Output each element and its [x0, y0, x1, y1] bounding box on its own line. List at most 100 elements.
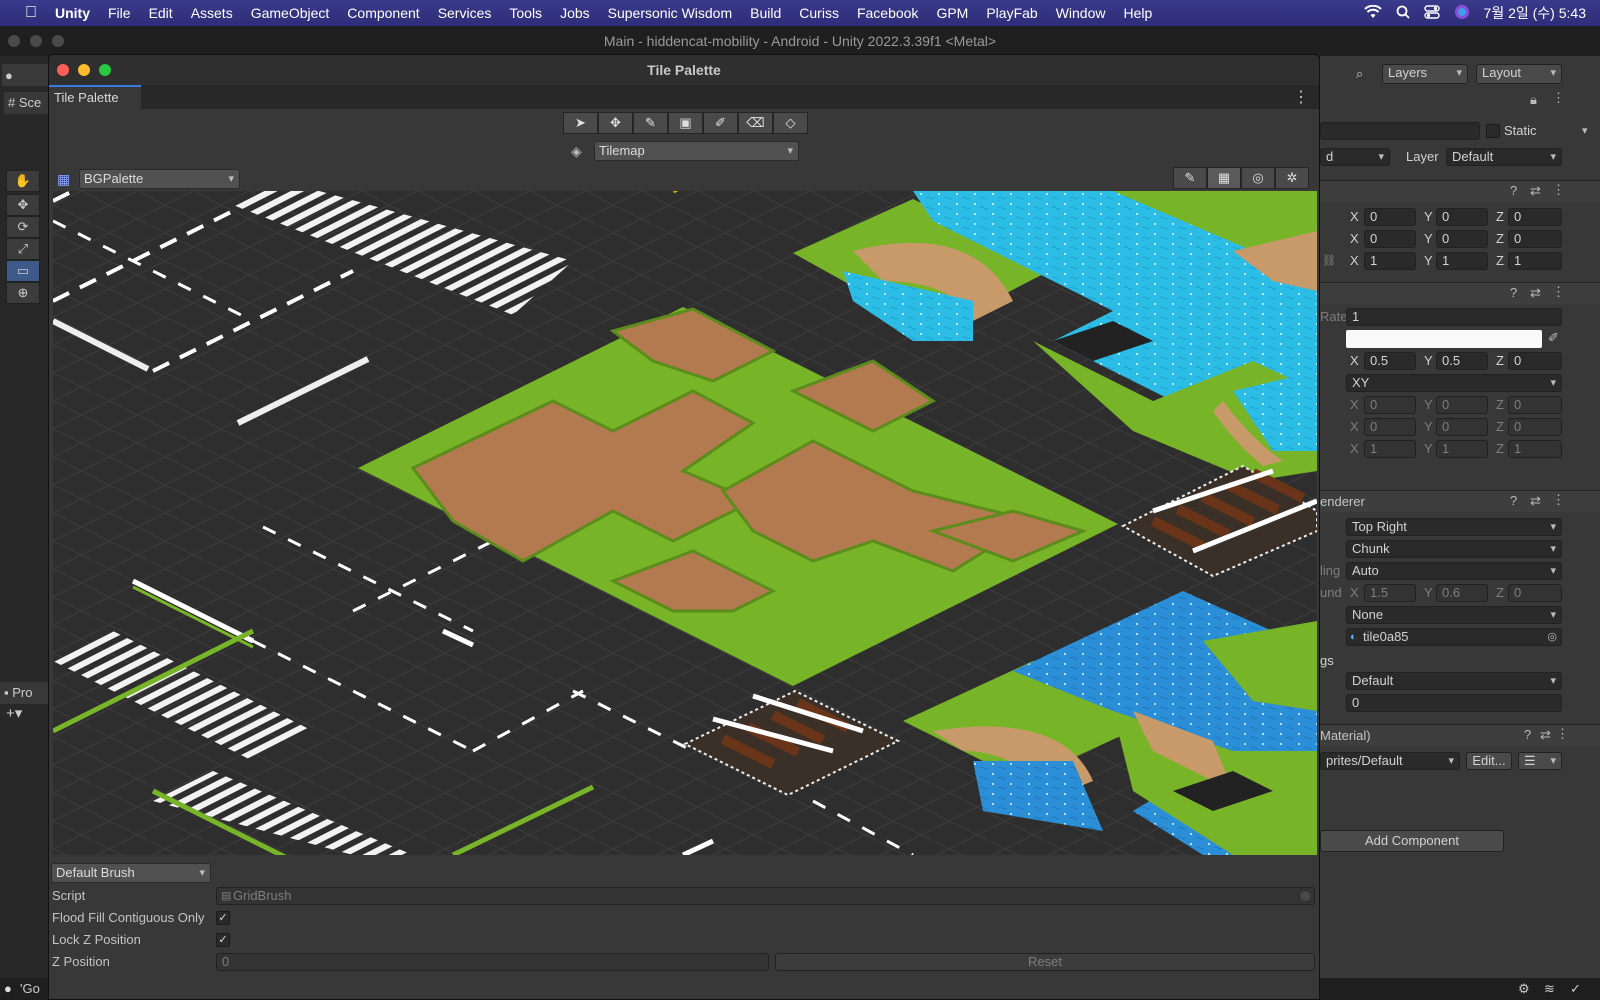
render-mode-dropdown[interactable]: Chunk	[1346, 540, 1562, 558]
order-in-layer-field[interactable]: 0	[1346, 694, 1562, 712]
tag-dropdown[interactable]: d	[1320, 148, 1390, 166]
layer-dropdown[interactable]: Default	[1446, 148, 1562, 166]
rotation-y-field[interactable]: 0	[1436, 230, 1488, 248]
sorting-layer-dropdown[interactable]: Default	[1346, 672, 1562, 690]
check-icon[interactable]: ✓	[1570, 981, 1581, 997]
menu-playfab[interactable]: PlayFab	[977, 5, 1046, 21]
help-icon[interactable]: ?	[1510, 493, 1517, 508]
animation-rate-field[interactable]: 1	[1346, 308, 1562, 326]
kebab-icon[interactable]: ⋮	[1552, 182, 1565, 198]
project-tab[interactable]: ▪ Pro	[0, 682, 48, 704]
detect-chunk-culling-dropdown[interactable]: Auto	[1346, 562, 1562, 580]
zoom-button[interactable]	[99, 64, 111, 76]
palette-settings-button[interactable]: ✲	[1275, 167, 1309, 189]
position-z-field[interactable]: 0	[1508, 208, 1562, 226]
main-close-button[interactable]	[8, 35, 20, 47]
menu-tools[interactable]: Tools	[500, 5, 551, 21]
cache-icon[interactable]: ⚙	[1518, 981, 1530, 997]
stack-icon[interactable]: ≋	[1544, 981, 1555, 997]
help-icon[interactable]: ?	[1510, 285, 1517, 300]
menu-gpm[interactable]: GPM	[927, 5, 977, 21]
constrain-proportions-icon[interactable]: ⛓	[1322, 254, 1336, 267]
shader-dropdown[interactable]: prites/Default	[1320, 752, 1460, 770]
main-zoom-button[interactable]	[52, 35, 64, 47]
tab-tile-palette[interactable]: Tile Palette	[49, 85, 141, 109]
position-x-field[interactable]: 0	[1364, 208, 1416, 226]
menu-services[interactable]: Services	[429, 5, 501, 21]
search-icon[interactable]	[1396, 5, 1410, 22]
lock-z-checkbox[interactable]: ✓	[216, 933, 230, 947]
color-field[interactable]	[1346, 330, 1542, 348]
scale-tool-button[interactable]: ⤢	[6, 238, 40, 260]
shader-options-button[interactable]: ☰	[1518, 752, 1562, 770]
scale-z-field[interactable]: 1	[1508, 252, 1562, 270]
paint-tool-button[interactable]: ✎	[633, 112, 668, 134]
rotate-tool-button[interactable]: ⟳	[6, 216, 40, 238]
anchor-y-field[interactable]: 0.5	[1436, 352, 1488, 370]
gizmo-toggle-button[interactable]: ◎	[1241, 167, 1275, 189]
grid-toggle-button[interactable]: ▦	[1207, 167, 1241, 189]
fill-tool-button[interactable]: ◇	[773, 112, 808, 134]
sort-order-dropdown[interactable]: Top Right	[1346, 518, 1562, 536]
brush-dropdown[interactable]: Default Brush	[51, 863, 211, 883]
erase-tool-button[interactable]: ⌫	[738, 112, 773, 134]
menu-help[interactable]: Help	[1114, 5, 1161, 21]
sprite-field[interactable]: ◐ tile0a85 ◎	[1346, 628, 1562, 646]
status-message[interactable]: 'Go	[20, 981, 40, 996]
menu-assets[interactable]: Assets	[182, 5, 242, 21]
move-tool-button[interactable]: ✥	[598, 112, 633, 134]
select-tool-button[interactable]: ➤	[563, 112, 598, 134]
edit-shader-button[interactable]: Edit...	[1466, 752, 1512, 770]
menu-component[interactable]: Component	[338, 5, 428, 21]
search-icon[interactable]: ⌕	[1356, 66, 1363, 82]
object-picker-icon[interactable]: ◎	[1547, 629, 1557, 645]
add-component-button[interactable]: Add Component	[1320, 830, 1504, 852]
main-minimize-button[interactable]	[30, 35, 42, 47]
preset-icon[interactable]: ⇄	[1540, 727, 1551, 743]
menu-jobs[interactable]: Jobs	[551, 5, 599, 21]
siri-icon[interactable]	[1454, 4, 1470, 23]
lock-icon[interactable]: 🔒︎	[1530, 92, 1537, 108]
help-icon[interactable]: ?	[1510, 183, 1517, 198]
mask-interaction-dropdown[interactable]: None	[1346, 606, 1562, 624]
orientation-dropdown[interactable]: XY	[1346, 374, 1562, 392]
control-center-icon[interactable]	[1423, 4, 1440, 22]
rotation-z-field[interactable]: 0	[1508, 230, 1562, 248]
edit-palette-button[interactable]: ✎	[1173, 167, 1207, 189]
menu-file[interactable]: File	[99, 5, 140, 21]
static-dropdown-arrow-icon[interactable]: ▾	[1582, 124, 1588, 137]
kebab-icon[interactable]: ⋮	[1556, 726, 1569, 742]
preset-icon[interactable]: ⇄	[1530, 183, 1541, 199]
anchor-x-field[interactable]: 0.5	[1364, 352, 1416, 370]
flood-fill-checkbox[interactable]: ✓	[216, 911, 230, 925]
transform-tool-button[interactable]: ⊕	[6, 282, 40, 304]
picker-tool-button[interactable]: ✐	[703, 112, 738, 134]
menu-curiss[interactable]: Curiss	[790, 5, 848, 21]
rect-tool-button[interactable]: ▭	[6, 260, 40, 282]
kebab-icon[interactable]: ⋮	[1552, 284, 1565, 300]
layers-dropdown[interactable]: Layers	[1382, 64, 1468, 84]
object-name-field[interactable]	[1320, 122, 1480, 140]
palette-canvas[interactable]	[53, 191, 1317, 855]
apple-icon[interactable]: 	[16, 4, 46, 22]
eyedropper-icon[interactable]: ✐	[1548, 330, 1559, 346]
menu-app-unity[interactable]: Unity	[46, 5, 99, 21]
kebab-icon[interactable]: ⋮	[1552, 492, 1565, 508]
active-tilemap-dropdown[interactable]: Tilemap	[594, 141, 799, 161]
menu-gameobject[interactable]: GameObject	[242, 5, 339, 21]
close-button[interactable]	[57, 64, 69, 76]
menu-window[interactable]: Window	[1047, 5, 1115, 21]
kebab-icon[interactable]: ⋮	[1552, 90, 1565, 106]
kebab-icon[interactable]: ⋮	[1293, 87, 1309, 107]
menu-supersonic-wisdom[interactable]: Supersonic Wisdom	[599, 5, 742, 21]
scale-y-field[interactable]: 1	[1436, 252, 1488, 270]
menubar-clock[interactable]: 7월 2일 (수) 5:43	[1484, 3, 1586, 23]
menu-build[interactable]: Build	[741, 5, 790, 21]
hand-tool-button[interactable]: ✋	[6, 170, 40, 192]
box-fill-tool-button[interactable]: ▣	[668, 112, 703, 134]
menu-edit[interactable]: Edit	[140, 5, 182, 21]
menu-facebook[interactable]: Facebook	[848, 5, 927, 21]
anchor-z-field[interactable]: 0	[1508, 352, 1562, 370]
rotation-x-field[interactable]: 0	[1364, 230, 1416, 248]
scene-tab[interactable]: # Sce	[4, 92, 48, 114]
